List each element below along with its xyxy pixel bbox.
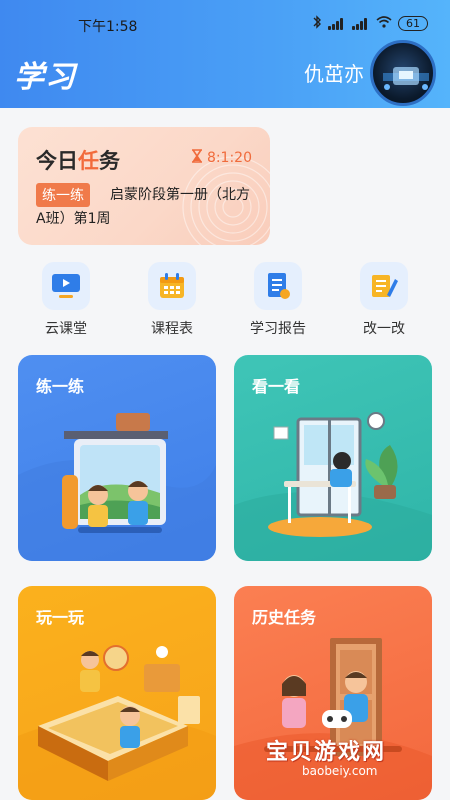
task-title-accent: 任	[78, 149, 99, 173]
calendar-icon	[148, 262, 196, 310]
watermark: 宝贝游戏网	[266, 740, 387, 765]
task-timer: 8:1:20	[191, 149, 252, 167]
today-task-card[interactable]: 今日任务 8:1:20 启蒙阶段第一册（北方A班）第1周 练一练	[18, 127, 270, 245]
quick-nav-correction[interactable]: 改一改	[339, 262, 429, 338]
task-tag: 练一练	[36, 183, 90, 207]
tile-label: 历史任务	[252, 608, 317, 627]
signal-icon	[328, 17, 346, 30]
edit-icon	[360, 262, 408, 310]
user-name[interactable]: 仇茁亦	[304, 58, 364, 87]
report-icon	[254, 262, 302, 310]
signal-icon-2	[352, 17, 370, 30]
quick-nav-schedule[interactable]: 课程表	[127, 262, 217, 338]
video-icon	[42, 262, 90, 310]
quick-nav-label: 学习报告	[250, 321, 306, 337]
tile-watch[interactable]: 看一看	[234, 355, 432, 561]
quick-nav-label: 课程表	[151, 321, 193, 337]
status-time: 下午1:58	[78, 19, 138, 35]
task-title-suffix: 务	[99, 149, 120, 173]
tile-practice[interactable]: 练一练	[18, 355, 216, 561]
battery-indicator: 61	[398, 16, 428, 31]
quick-nav-study-report[interactable]: 学习报告	[233, 262, 323, 338]
tile-label: 玩一玩	[36, 608, 85, 627]
avatar[interactable]	[370, 40, 436, 106]
task-title-prefix: 今日	[36, 149, 78, 173]
watermark-sub: baobeiy.com	[302, 764, 378, 778]
task-card-title: 今日任务	[36, 145, 120, 175]
task-timer-value: 8:1:20	[206, 150, 252, 166]
header: 下午1:58 61 学习 仇茁亦	[0, 0, 450, 108]
quick-nav-cloud-class[interactable]: 云课堂	[21, 262, 111, 338]
page-title: 学习	[14, 60, 76, 95]
status-icons: 61	[312, 15, 428, 32]
bluetooth-icon	[312, 15, 322, 32]
tile-play[interactable]: 玩一玩	[18, 586, 216, 800]
tile-label: 看一看	[252, 377, 301, 396]
wifi-icon	[376, 16, 392, 31]
status-bar: 下午1:58 61	[0, 0, 450, 40]
quick-nav-label: 云课堂	[45, 321, 87, 337]
tile-label: 练一练	[36, 377, 85, 396]
quick-nav-label: 改一改	[363, 321, 405, 337]
hourglass-icon	[191, 149, 203, 167]
quick-nav: 云课堂 课程表 学习报告 改一改	[0, 262, 450, 342]
